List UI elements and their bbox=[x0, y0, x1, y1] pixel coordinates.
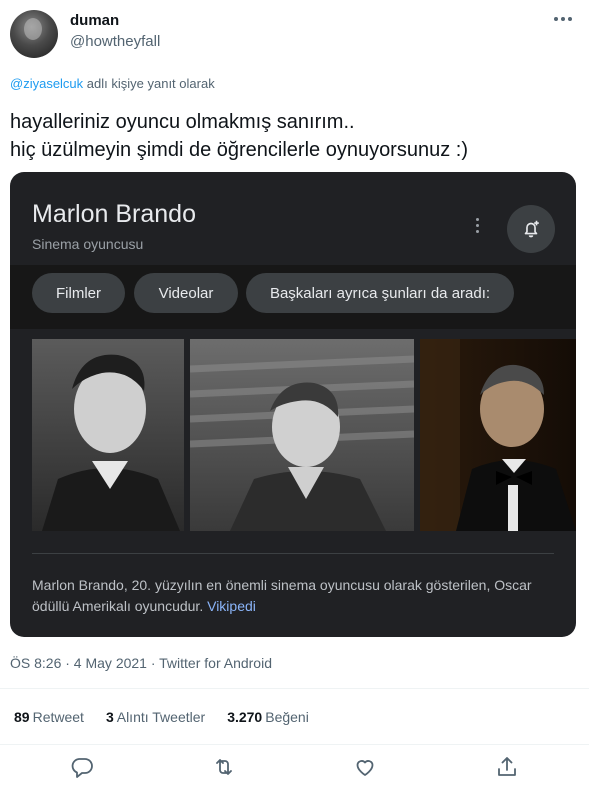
tweet-text-line-2: hiç üzülmeyin şimdi de öğrencilerle oynu… bbox=[10, 139, 468, 161]
retweet-count: 89 bbox=[14, 709, 30, 725]
reply-mention-link[interactable]: @ziyaselcuk bbox=[10, 76, 83, 91]
reply-icon[interactable] bbox=[70, 755, 94, 779]
like-label: Beğeni bbox=[265, 709, 309, 725]
wikipedia-link: Vikipedi bbox=[207, 598, 256, 614]
quote-count: 3 bbox=[105, 709, 114, 725]
share-icon[interactable] bbox=[495, 755, 519, 779]
tweet-header: duman @howtheyfall bbox=[0, 0, 589, 66]
like-stat[interactable]: 3.270 Beğeni bbox=[227, 709, 309, 725]
card-description: Marlon Brando, 20. yüzyılın en önemli si… bbox=[32, 575, 562, 617]
display-name[interactable]: duman bbox=[70, 12, 119, 29]
portrait-photo-1 bbox=[32, 339, 184, 531]
divider bbox=[0, 744, 589, 745]
retweet-stat[interactable]: 89 Retweet bbox=[14, 709, 84, 725]
chip-films: Filmler bbox=[32, 273, 125, 313]
quote-label: Alıntı Tweetler bbox=[116, 709, 206, 725]
divider bbox=[0, 688, 589, 689]
card-subtitle: Sinema oyuncusu bbox=[32, 236, 144, 252]
portrait-photo-2 bbox=[190, 339, 414, 531]
attached-image-card[interactable]: Marlon Brando Sinema oyuncusu Filmler Vi… bbox=[10, 172, 576, 637]
retweet-icon[interactable] bbox=[212, 755, 236, 779]
card-title: Marlon Brando bbox=[32, 200, 196, 228]
quote-stat[interactable]: 3 Alıntı Tweetler bbox=[106, 709, 205, 725]
reply-context: @ziyaselcuk adlı kişiye yanıt olarak bbox=[10, 76, 215, 91]
chip-videos: Videolar bbox=[134, 273, 238, 313]
tweet-stats: 89 Retweet 3 Alıntı Tweetler 3.270 Beğeni bbox=[14, 709, 309, 725]
tweet-text: hayalleriniz oyuncu olmakmış sanırım.. h… bbox=[10, 108, 580, 164]
kebab-menu-icon bbox=[472, 218, 482, 238]
tweet-timestamp[interactable]: ÖS 8:26 · 4 May 2021 · Twitter for Andro… bbox=[10, 655, 272, 671]
tweet-actions bbox=[0, 752, 589, 782]
reply-suffix: adlı kişiye yanıt olarak bbox=[86, 76, 215, 91]
user-handle[interactable]: @howtheyfall bbox=[70, 33, 160, 50]
retweet-label: Retweet bbox=[32, 709, 84, 725]
avatar[interactable] bbox=[10, 10, 58, 58]
like-count: 3.270 bbox=[227, 709, 263, 725]
portrait-photo-3 bbox=[420, 339, 576, 531]
more-icon[interactable] bbox=[553, 14, 573, 24]
tweet-text-line-1: hayalleriniz oyuncu olmakmış sanırım.. bbox=[10, 111, 355, 133]
chip-people-also-search: Başkaları ayrıca şunları da aradı: bbox=[246, 273, 514, 313]
bell-add-icon bbox=[507, 205, 555, 253]
heart-icon[interactable] bbox=[353, 755, 377, 779]
card-divider bbox=[32, 553, 554, 554]
card-description-text: Marlon Brando, 20. yüzyılın en önemli si… bbox=[32, 577, 532, 614]
